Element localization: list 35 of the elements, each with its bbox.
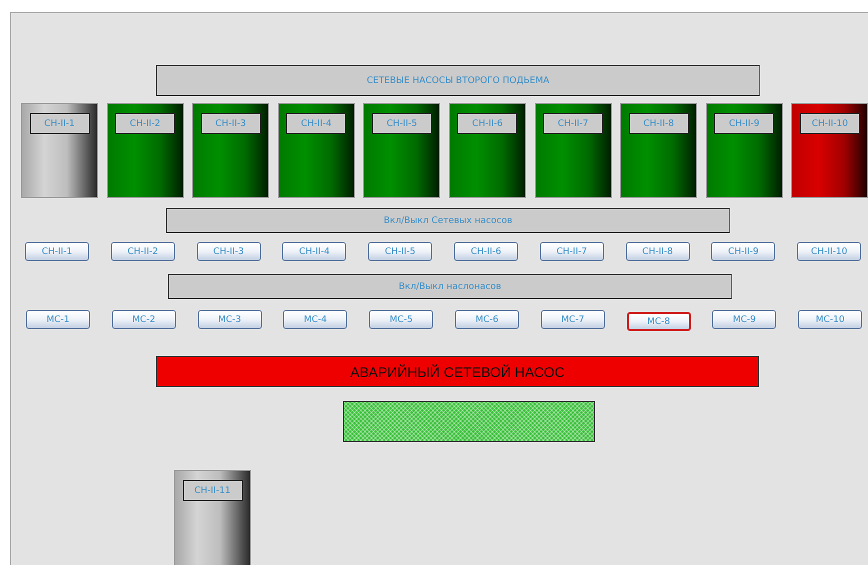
pump-toggle-button[interactable]: СН-II-4 [282,242,346,261]
pump-toggle-button[interactable]: СН-II-5 [368,242,432,261]
pump-label: СН-II-10 [800,113,860,134]
pump-toggle-button[interactable]: СН-II-3 [196,242,261,261]
pump-label: СН-II-2 [115,113,176,134]
pump-label: СН-II-7 [543,113,604,134]
oil-pump-toggle-button[interactable]: МС-10 [798,310,862,329]
group-title: Вкл/Выкл наслонасов [168,274,732,299]
oil-pump-toggle-button[interactable]: МС-6 [454,310,519,329]
oil-pump-toggle-button[interactable]: МС-9 [712,310,776,329]
oil-pump-toggle-button[interactable]: МС-8 [626,312,691,331]
oil-pump-toggle-button[interactable]: МС-1 [26,310,90,329]
pump-toggle-button[interactable]: СН-II-2 [110,242,175,261]
pump-toggle-button[interactable]: СН-II-8 [626,242,690,261]
pump-toggle-button[interactable]: СН-II-1 [25,242,89,261]
pump-toggle-button[interactable]: СН-II-7 [540,242,604,261]
oil-pump-toggle-button[interactable]: МС-4 [283,310,348,329]
oil-pump-toggle-button[interactable]: МС-7 [540,310,605,329]
group-title: Вкл/Выкл Сетевых насосов [166,208,730,233]
pump-label: СН-II-9 [714,113,774,134]
pump-label: СН-II-6 [457,113,518,134]
pump-label: СН-II-1 [30,113,90,134]
oil-pump-toggle-button[interactable]: МС-5 [369,310,434,329]
pump-toggle-button[interactable]: СН-II-6 [454,242,518,261]
pump-label: СН-II-11 [182,480,242,501]
pump-toggle-button[interactable]: СН-II-10 [797,242,862,261]
oil-pump-toggle-button[interactable]: МС-2 [112,310,176,329]
pump-label: СН-II-4 [286,113,346,134]
pump-label: СН-II-8 [628,113,689,134]
section-title: СЕТЕВЫЕ НАСОСЫ ВТОРОГО ПОДЬЕМА [156,65,760,96]
pump-label: СН-II-3 [200,113,261,134]
pump-label: СН-II-5 [372,113,432,134]
oil-pump-toggle-button[interactable]: МС-3 [198,310,262,329]
alarm-banner: АВАРИЙНЫЙ СЕТЕВОЙ НАСОС [156,356,759,387]
pump-toggle-button[interactable]: СН-II-9 [711,242,776,261]
